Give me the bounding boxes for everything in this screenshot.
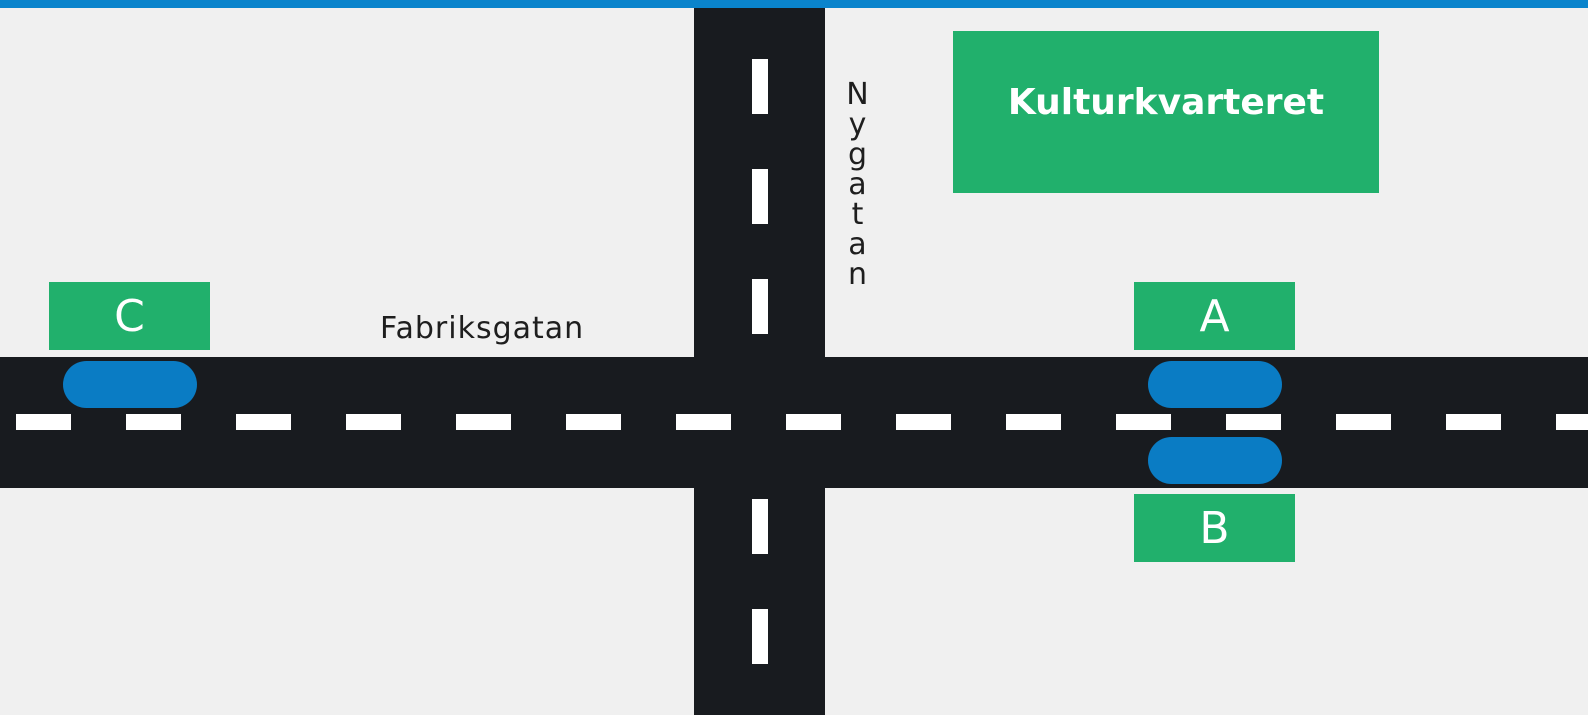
lane-dash-horizontal <box>1336 414 1391 430</box>
stop-label-c[interactable]: C <box>49 282 210 350</box>
stop-label-a[interactable]: A <box>1134 282 1295 350</box>
lane-dash-vertical <box>752 609 768 664</box>
street-label-fabriksgatan: Fabriksgatan <box>380 311 585 346</box>
lane-dash-horizontal <box>1446 414 1501 430</box>
lane-dash-vertical <box>752 499 768 554</box>
street-label-nygatan: Nygatan <box>846 77 870 292</box>
lane-dash-horizontal <box>16 414 71 430</box>
lane-dash-horizontal <box>346 414 401 430</box>
lane-dash-vertical <box>752 59 768 114</box>
lane-dash-horizontal <box>456 414 511 430</box>
lane-dash-vertical <box>752 279 768 334</box>
bus-stop-b-marker[interactable] <box>1148 437 1282 484</box>
lane-dash-horizontal <box>1226 414 1281 430</box>
lane-dash-horizontal <box>1556 414 1588 430</box>
stop-label-b[interactable]: B <box>1134 494 1295 562</box>
lane-dash-horizontal <box>1006 414 1061 430</box>
lane-dash-horizontal <box>566 414 621 430</box>
lane-dash-horizontal <box>786 414 841 430</box>
lane-dash-horizontal <box>126 414 181 430</box>
bus-stop-a-marker[interactable] <box>1148 361 1282 408</box>
lane-dash-horizontal <box>676 414 731 430</box>
lane-dash-vertical <box>752 169 768 224</box>
lane-dash-horizontal <box>236 414 291 430</box>
bus-stop-c-marker[interactable] <box>63 361 197 408</box>
top-accent-bar <box>0 0 1588 8</box>
lane-dash-horizontal <box>896 414 951 430</box>
lane-dash-horizontal <box>1116 414 1171 430</box>
building-kulturkvarteret[interactable]: Kulturkvarteret <box>953 31 1379 193</box>
